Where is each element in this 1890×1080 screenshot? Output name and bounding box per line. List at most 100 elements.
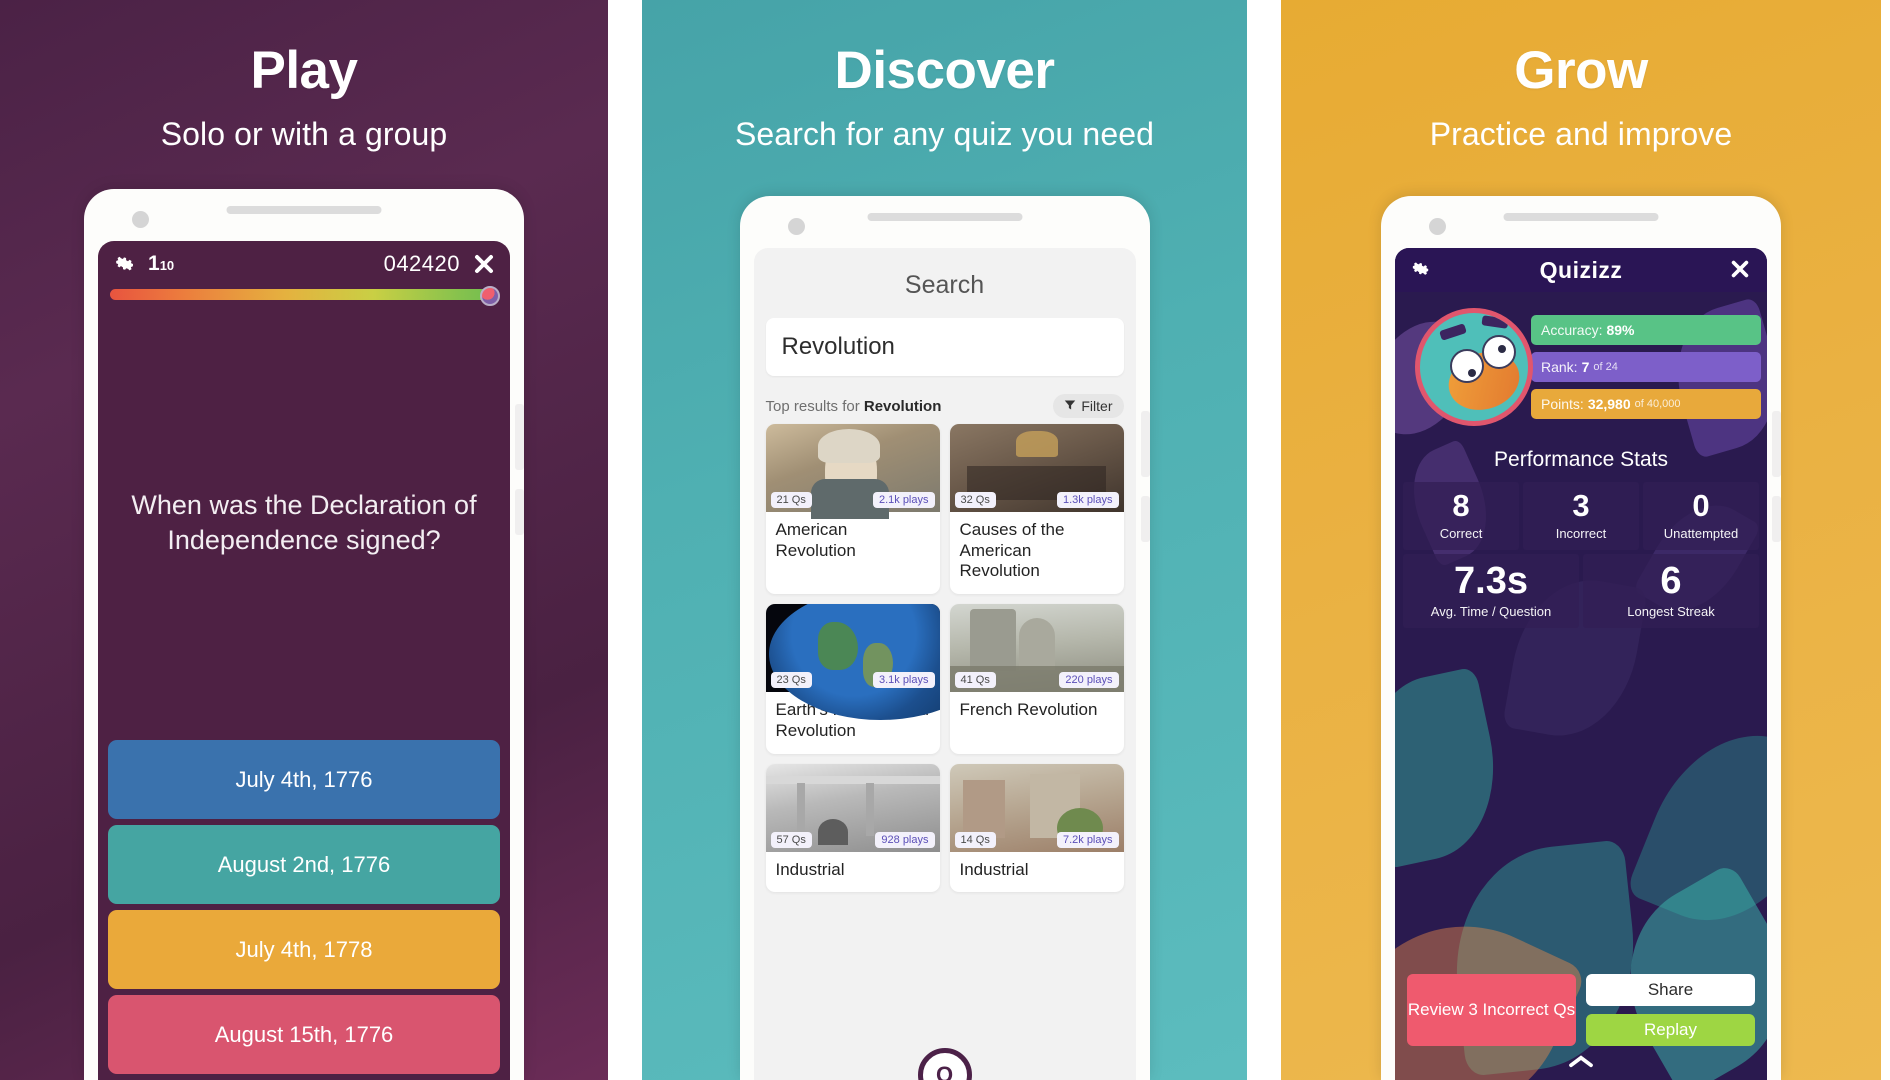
avatar-brow	[1439, 323, 1467, 341]
phone-side-button	[1140, 496, 1150, 542]
quiz-card[interactable]: 41 Qs 220 plays French Revolution	[949, 604, 1124, 754]
answer-option[interactable]: August 15th, 1776	[108, 995, 500, 1074]
rank-label: Rank:	[1541, 359, 1578, 375]
avatar-row: Accuracy: 89% Rank: 7 of 24 Points: 32,9…	[1395, 308, 1767, 426]
chevron-up-icon[interactable]	[1566, 1054, 1596, 1074]
quiz-question-count: 23 Qs	[770, 672, 812, 689]
results-actions: Review 3 Incorrect Qs Share Replay	[1395, 974, 1767, 1046]
phone-speaker	[1503, 213, 1659, 221]
quiz-title: Industrial	[775, 859, 845, 879]
screenshot-stage: Play Solo or with a group 110 042420 Whe…	[0, 0, 1890, 1080]
quiz-question-count: 41 Qs	[954, 672, 996, 689]
stat-caption: Longest Streak	[1627, 604, 1715, 620]
panel-play: Play Solo or with a group 110 042420 Whe…	[0, 0, 608, 1080]
question-text: When was the Declaration of Independence…	[131, 490, 477, 555]
performance-stats-title: Performance Stats	[1494, 448, 1668, 471]
panel-divider	[608, 0, 642, 1080]
stat-value: 6	[1660, 559, 1682, 602]
stats-row: 8 Correct 3 Incorrect 0 Unattempted	[1403, 482, 1759, 550]
answer-option[interactable]: August 2nd, 1776	[108, 825, 500, 904]
quiz-screen: 110 042420 When was the Declaration of I…	[98, 241, 510, 1080]
rank-value: 7	[1581, 359, 1590, 375]
phone-side-button	[1772, 411, 1781, 477]
question-counter: 110	[148, 252, 174, 276]
phone-mockup-play: 110 042420 When was the Declaration of I…	[84, 189, 524, 1080]
quiz-question-count: 32 Qs	[954, 492, 996, 508]
replay-button[interactable]: Replay	[1586, 1014, 1755, 1046]
quizizz-logo-icon: Q	[935, 1062, 954, 1080]
stat-caption: Unattempted	[1663, 525, 1739, 541]
question-total: 10	[159, 258, 175, 273]
phone-mockup-discover: Search Revolution Top results for Revolu…	[739, 196, 1150, 1080]
filter-button[interactable]: Filter	[1053, 394, 1124, 418]
quizizz-fab-button[interactable]: Q	[917, 1048, 972, 1080]
play-title: Play	[250, 41, 358, 100]
gear-icon[interactable]	[112, 252, 136, 276]
points-value: 32,980	[1587, 396, 1631, 412]
stat-unattempted: 0 Unattempted	[1643, 482, 1759, 550]
quiz-card[interactable]: 14 Qs 7.2k plays Industrial	[949, 763, 1124, 893]
play-subtitle: Solo or with a group	[160, 116, 448, 152]
points-label: Points:	[1541, 396, 1584, 412]
phone-side-button	[515, 404, 524, 470]
stat-caption: Incorrect	[1555, 525, 1607, 541]
quiz-card[interactable]: 21 Qs 2.1k plays American Revolution	[765, 424, 940, 595]
results-hero: Accuracy: 89% Rank: 7 of 24 Points: 32,9…	[1395, 292, 1767, 426]
close-icon[interactable]	[1729, 258, 1753, 282]
grow-subtitle: Practice and improve	[1429, 116, 1733, 152]
stat-value: 3	[1572, 488, 1590, 523]
quiz-thumbnail: 41 Qs 220 plays	[949, 604, 1124, 693]
gear-icon[interactable]	[1409, 258, 1433, 282]
answer-option[interactable]: July 4th, 1776	[108, 740, 500, 819]
discover-headline: Discover Search for any quiz you need	[642, 0, 1247, 153]
close-icon[interactable]	[472, 252, 496, 276]
points-bar: Points: 32,980 of 40,000	[1531, 389, 1761, 419]
avatar-brow	[1481, 315, 1509, 329]
quiz-play-count: 2.1k plays	[872, 492, 935, 508]
summary-bars: Accuracy: 89% Rank: 7 of 24 Points: 32,9…	[1531, 315, 1761, 419]
quiz-topbar: 110 042420	[98, 241, 510, 287]
review-incorrect-button[interactable]: Review 3 Incorrect Qs	[1407, 974, 1576, 1046]
progress-avatar-knob	[480, 286, 500, 306]
phone-speaker	[226, 206, 382, 214]
stat-avg-time: 7.3s Avg. Time / Question	[1403, 553, 1579, 629]
quiz-question-count: 21 Qs	[770, 492, 812, 508]
quiz-card[interactable]: 23 Qs 3.1k plays Earth's Rotation and Re…	[765, 604, 940, 754]
search-input-value: Revolution	[781, 333, 895, 360]
performance-stats-grid: 8 Correct 3 Incorrect 0 Unattempted 7.3s…	[1395, 482, 1767, 629]
stat-value: 7.3s	[1454, 559, 1528, 602]
quiz-card[interactable]: 57 Qs 928 plays Industrial	[765, 763, 940, 893]
results-term: Revolution	[863, 397, 942, 415]
accuracy-bar: Accuracy: 89%	[1531, 315, 1761, 345]
phone-side-button	[1140, 411, 1150, 477]
phone-side-button	[1772, 496, 1781, 542]
results-label: Top results for Revolution	[766, 398, 942, 415]
share-button[interactable]: Share	[1586, 974, 1755, 1006]
stat-correct: 8 Correct	[1403, 482, 1519, 550]
quiz-title: Causes of the American Revolution	[959, 520, 1065, 581]
right-action-stack: Share Replay	[1586, 974, 1755, 1046]
search-screen: Search Revolution Top results for Revolu…	[753, 248, 1136, 1080]
phone-screen-play: 110 042420 When was the Declaration of I…	[98, 241, 510, 1080]
search-header: Search	[904, 271, 985, 299]
phone-mockup-grow: Quizizz Accuracy: 89% Rank: 7 of 24 Poin…	[1381, 196, 1781, 1080]
quiz-title: Industrial	[959, 859, 1029, 879]
game-code: 042420	[383, 251, 460, 276]
stat-caption: Avg. Time / Question	[1430, 604, 1552, 620]
results-prefix: Top results for	[765, 397, 864, 415]
phone-side-button	[515, 489, 524, 535]
points-total: of 40,000	[1634, 398, 1681, 410]
phone-speaker	[867, 213, 1022, 221]
quiz-play-count: 3.1k plays	[872, 672, 935, 689]
panel-discover: Discover Search for any quiz you need Se…	[642, 0, 1247, 1080]
answer-option[interactable]: July 4th, 1778	[108, 910, 500, 989]
quiz-card[interactable]: 32 Qs 1.3k plays Causes of the American …	[949, 424, 1124, 595]
stat-value: 8	[1452, 488, 1470, 523]
stats-row: 7.3s Avg. Time / Question 6 Longest Stre…	[1403, 553, 1759, 629]
search-input[interactable]: Revolution	[765, 318, 1124, 376]
stat-caption: Correct	[1439, 525, 1483, 541]
question-current: 1	[148, 252, 160, 275]
panel-grow: Grow Practice and improve Quizizz Accura…	[1281, 0, 1881, 1080]
rank-bar: Rank: 7 of 24	[1531, 352, 1761, 382]
question-area: When was the Declaration of Independence…	[98, 305, 510, 740]
